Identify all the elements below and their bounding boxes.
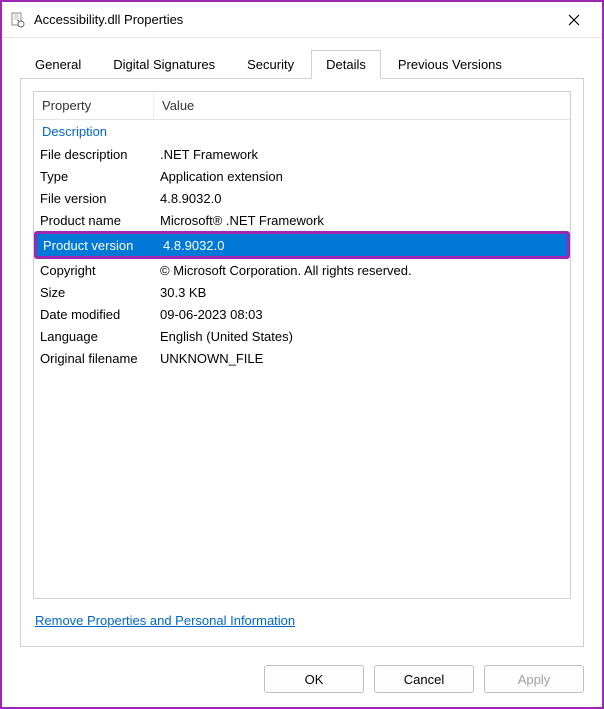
row-language[interactable]: Language English (United States) [34, 325, 570, 347]
grid-body: Description File description .NET Framew… [34, 120, 570, 598]
row-product-name[interactable]: Product name Microsoft® .NET Framework [34, 209, 570, 231]
tab-details[interactable]: Details [311, 50, 381, 79]
tab-general[interactable]: General [20, 50, 96, 78]
row-original-filename[interactable]: Original filename UNKNOWN_FILE [34, 347, 570, 369]
prop-label: File version [34, 189, 154, 208]
file-properties-icon [10, 12, 26, 28]
tab-security[interactable]: Security [232, 50, 309, 78]
column-value[interactable]: Value [154, 92, 570, 119]
prop-label: Product version [37, 236, 157, 255]
properties-grid: Property Value Description File descript… [33, 91, 571, 599]
prop-value: English (United States) [154, 327, 570, 346]
prop-value: Application extension [154, 167, 570, 186]
remove-properties-link[interactable]: Remove Properties and Personal Informati… [33, 599, 571, 634]
tab-strip: General Digital Signatures Security Deta… [20, 50, 584, 79]
prop-label: Product name [34, 211, 154, 230]
titlebar: Accessibility.dll Properties [2, 2, 602, 38]
prop-value: 09-06-2023 08:03 [154, 305, 570, 324]
prop-value: 4.8.9032.0 [157, 236, 567, 255]
prop-label: Copyright [34, 261, 154, 280]
prop-label: File description [34, 145, 154, 164]
column-property[interactable]: Property [34, 92, 154, 119]
section-description: Description [34, 120, 570, 143]
prop-value: 4.8.9032.0 [154, 189, 570, 208]
dialog-buttons: OK Cancel Apply [2, 655, 602, 707]
prop-value: © Microsoft Corporation. All rights rese… [154, 261, 570, 280]
row-product-version[interactable]: Product version 4.8.9032.0 [37, 234, 567, 256]
row-copyright[interactable]: Copyright © Microsoft Corporation. All r… [34, 259, 570, 281]
grid-header: Property Value [34, 92, 570, 120]
details-panel: Property Value Description File descript… [20, 79, 584, 647]
prop-label: Size [34, 283, 154, 302]
close-button[interactable] [554, 2, 594, 38]
row-file-version[interactable]: File version 4.8.9032.0 [34, 187, 570, 209]
row-file-description[interactable]: File description .NET Framework [34, 143, 570, 165]
prop-value: Microsoft® .NET Framework [154, 211, 570, 230]
content-area: General Digital Signatures Security Deta… [2, 38, 602, 655]
row-type[interactable]: Type Application extension [34, 165, 570, 187]
prop-label: Date modified [34, 305, 154, 324]
row-date-modified[interactable]: Date modified 09-06-2023 08:03 [34, 303, 570, 325]
prop-label: Language [34, 327, 154, 346]
close-icon [568, 14, 580, 26]
prop-value: 30.3 KB [154, 283, 570, 302]
window-title: Accessibility.dll Properties [34, 12, 554, 27]
highlight-annotation: Product version 4.8.9032.0 [34, 231, 570, 259]
ok-button[interactable]: OK [264, 665, 364, 693]
prop-label: Type [34, 167, 154, 186]
prop-value: UNKNOWN_FILE [154, 349, 570, 368]
row-size[interactable]: Size 30.3 KB [34, 281, 570, 303]
apply-button[interactable]: Apply [484, 665, 584, 693]
tab-digital-signatures[interactable]: Digital Signatures [98, 50, 230, 78]
prop-value: .NET Framework [154, 145, 570, 164]
tab-previous-versions[interactable]: Previous Versions [383, 50, 517, 78]
cancel-button[interactable]: Cancel [374, 665, 474, 693]
prop-label: Original filename [34, 349, 154, 368]
